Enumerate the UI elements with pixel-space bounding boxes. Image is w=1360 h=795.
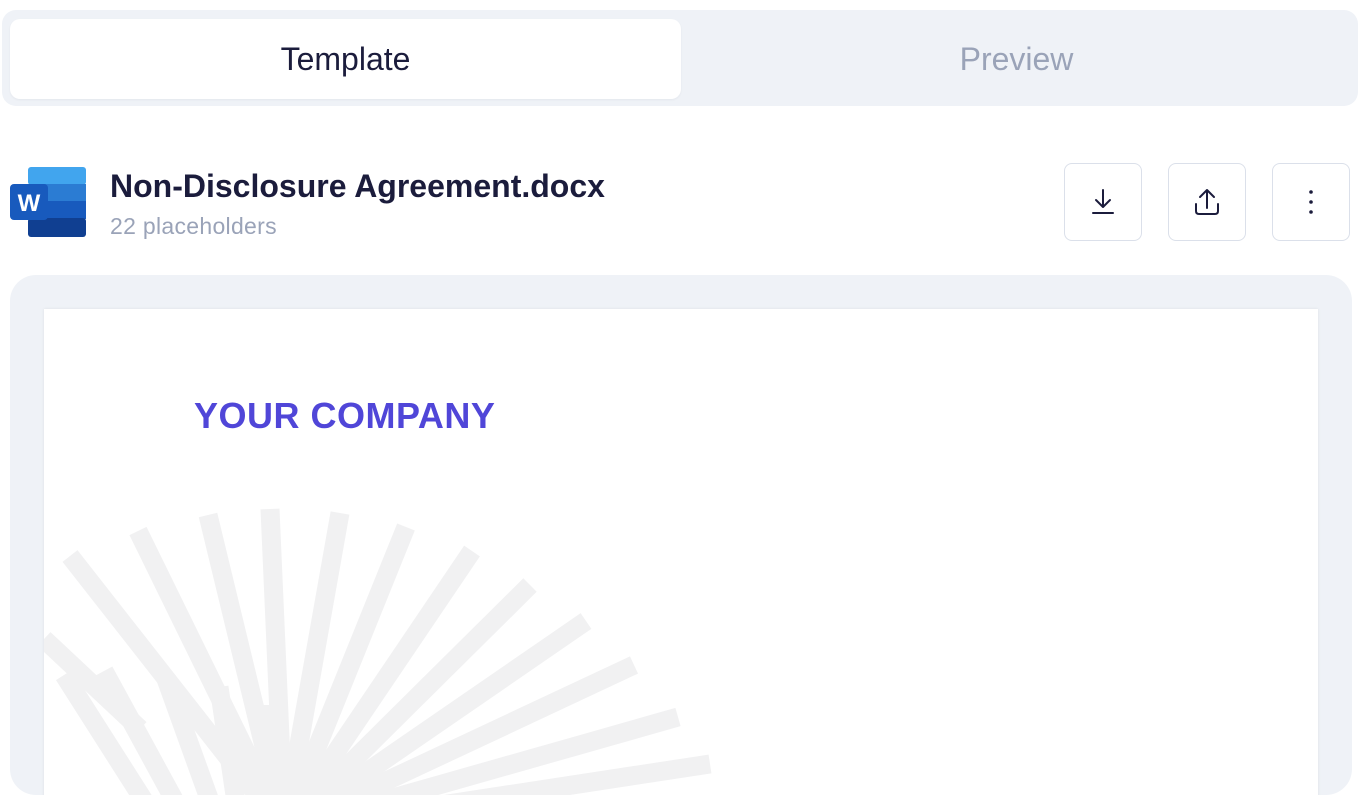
upload-button[interactable] xyxy=(1168,163,1246,241)
sunburst-graphic xyxy=(44,508,712,795)
download-icon xyxy=(1092,189,1114,214)
more-vertical-icon xyxy=(1309,190,1313,214)
company-heading: YOUR COMPANY xyxy=(194,395,496,436)
placeholder-count: 22 placeholders xyxy=(110,213,277,239)
download-button[interactable] xyxy=(1064,163,1142,241)
word-icon-letter: W xyxy=(18,190,41,217)
file-name: Non-Disclosure Agreement.docx xyxy=(110,168,605,204)
more-options-button[interactable] xyxy=(1272,163,1350,241)
file-header: W Non-Disclosure Agreement.docx 22 place… xyxy=(10,160,1352,250)
tab-template[interactable]: Template xyxy=(10,19,681,99)
word-icon: W xyxy=(10,167,86,237)
tab-preview[interactable]: Preview xyxy=(681,19,1352,99)
document-page: YOUR COMPANY xyxy=(44,309,1318,795)
upload-icon xyxy=(1195,189,1219,215)
document-preview-panel: YOUR COMPANY xyxy=(10,275,1352,795)
view-tabs: Template Preview xyxy=(2,10,1358,106)
